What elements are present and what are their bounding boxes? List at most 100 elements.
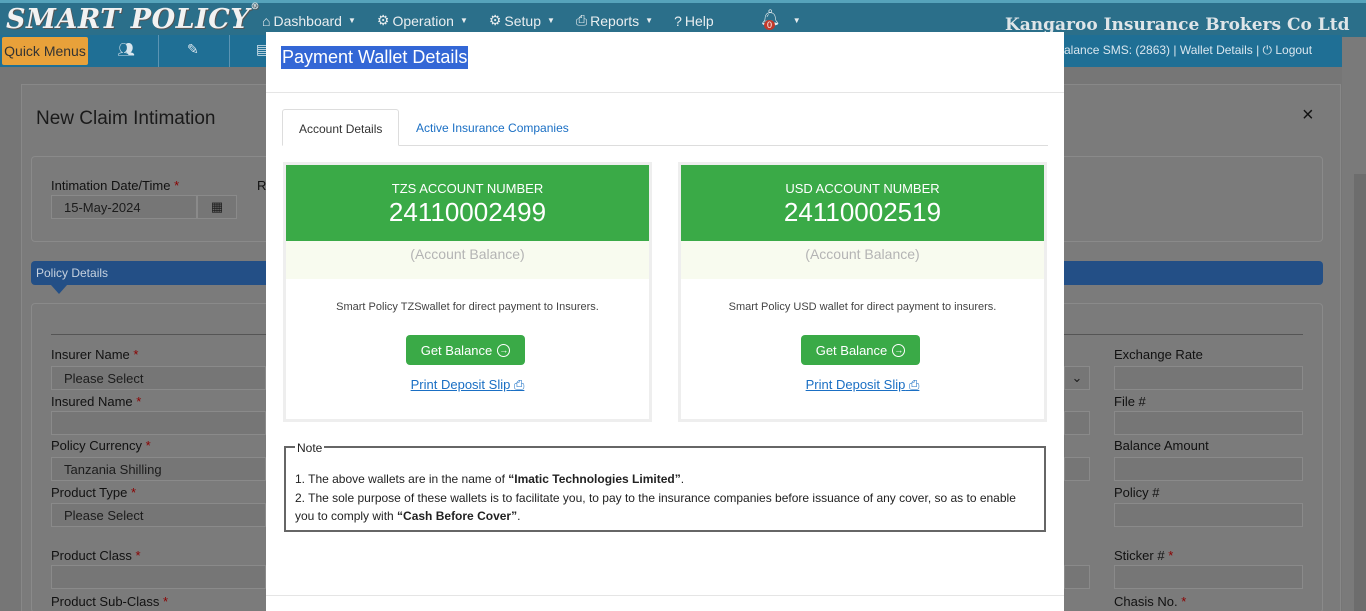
- modal-title: Payment Wallet Details: [281, 46, 469, 69]
- notification-badge: 0: [764, 20, 776, 30]
- insured-name-label: Insured Name *: [51, 394, 142, 409]
- modal-tabs: Account Details Active Insurance Compani…: [282, 109, 1048, 146]
- tzs-account-card: TZS ACCOUNT NUMBER 24110002499 (Account …: [283, 162, 652, 422]
- chevron-down-icon: ▼: [792, 16, 801, 25]
- chasis-number-label: Chasis No. *: [1114, 594, 1187, 609]
- print-icon: ⎙: [575, 12, 588, 28]
- cogs-icon: ⚙: [376, 12, 390, 28]
- note-line-1: 1. The above wallets are in the name of …: [295, 472, 685, 486]
- product-class-select[interactable]: [51, 565, 266, 589]
- menu-reports-label: Reports: [590, 12, 640, 29]
- r-label: R: [257, 178, 267, 193]
- tab-active-insurance-companies[interactable]: Active Insurance Companies: [400, 109, 585, 146]
- product-type-label: Product Type *: [51, 485, 137, 500]
- tzs-account-header: TZS ACCOUNT NUMBER 24110002499: [286, 165, 649, 241]
- sms-wallet-logout-links[interactable]: alance SMS: (2863) | Wallet Details | ⏻ …: [1064, 43, 1312, 58]
- edit-icon[interactable]: ✎: [187, 41, 199, 58]
- page-title: New Claim Intimation: [36, 108, 216, 129]
- tzs-account-balance: (Account Balance): [286, 241, 649, 279]
- menu-help[interactable]: ? Help: [674, 12, 714, 29]
- chevron-down-icon: ▼: [645, 16, 654, 25]
- print-icon: ⎙: [513, 377, 525, 392]
- policy-number-input[interactable]: [1114, 503, 1303, 527]
- product-type-select[interactable]: Please Select: [51, 503, 266, 527]
- product-subclass-label: Product Sub-Class *: [51, 594, 169, 609]
- chevron-down-icon[interactable]: ⌄: [1064, 366, 1090, 390]
- policy-currency-label: Policy Currency *: [51, 438, 151, 453]
- usd-account-balance: (Account Balance): [681, 241, 1044, 279]
- insurer-name-label: Insurer Name *: [51, 347, 139, 362]
- menu-operation-label: Operation: [392, 12, 454, 29]
- calendar-icon[interactable]: ▦: [197, 195, 237, 219]
- modal-footer-divider: [266, 595, 1064, 596]
- print-deposit-slip-label: Print Deposit Slip: [410, 377, 511, 392]
- partial-input[interactable]: [1064, 565, 1090, 589]
- navbar-edge: [0, 0, 1366, 3]
- users-icon[interactable]: 👥︎: [117, 41, 135, 58]
- sticker-number-input[interactable]: [1114, 565, 1303, 589]
- menu-setup-label: Setup: [504, 12, 542, 29]
- insured-name-input[interactable]: [51, 411, 266, 435]
- print-icon: ⎙: [908, 377, 920, 392]
- arrow-right-circle-icon: →: [497, 343, 511, 357]
- arrow-right-circle-icon: →: [892, 343, 906, 357]
- chevron-down-icon: ▼: [459, 16, 468, 25]
- main-menu: ⌂ Dashboard ▼ ⚙ Operation ▼ ⚙ Setup ▼ ⎙ …: [262, 12, 735, 29]
- tab-account-details[interactable]: Account Details: [282, 109, 400, 146]
- exchange-rate-label: Exchange Rate: [1114, 347, 1203, 362]
- tzs-get-balance-button[interactable]: Get Balance →: [406, 335, 525, 365]
- usd-account-description: Smart Policy USD wallet for direct payme…: [728, 301, 997, 313]
- tzs-print-deposit-slip-link[interactable]: Print Deposit Slip ⎙: [286, 377, 649, 393]
- menu-setup[interactable]: ⚙ Setup ▼: [489, 12, 555, 29]
- note-box: Note 1. The above wallets are in the nam…: [284, 439, 1046, 532]
- policy-number-label: Policy #: [1114, 485, 1160, 500]
- close-icon[interactable]: ×: [1302, 104, 1314, 127]
- insurer-name-select[interactable]: Please Select: [51, 366, 266, 390]
- partial-input[interactable]: [1064, 457, 1090, 481]
- product-class-label: Product Class *: [51, 548, 141, 563]
- get-balance-label: Get Balance: [815, 342, 888, 358]
- balance-amount-label: Balance Amount: [1114, 438, 1209, 453]
- app-logo[interactable]: SMART POLICY ®: [6, 2, 260, 35]
- intimation-date-input[interactable]: 15-May-2024: [51, 195, 197, 219]
- note-line-2: 2. The sole purpose of these wallets is …: [295, 490, 1016, 524]
- chevron-down-icon: ▼: [547, 16, 555, 25]
- usd-account-heading: USD ACCOUNT NUMBER: [785, 181, 940, 196]
- toolbar-divider: [158, 35, 159, 67]
- chevron-down-icon: ▼: [347, 16, 356, 25]
- print-deposit-slip-label: Print Deposit Slip: [805, 377, 906, 392]
- registered-mark: ®: [250, 2, 260, 12]
- gear-icon: ⚙: [488, 12, 502, 28]
- logo-text: SMART POLICY: [6, 4, 250, 35]
- home-icon: ⌂: [262, 12, 271, 29]
- note-legend: Note: [295, 439, 325, 458]
- usd-get-balance-button[interactable]: Get Balance →: [801, 335, 920, 365]
- policy-currency-select[interactable]: Tanzania Shilling: [51, 457, 266, 481]
- menu-dashboard-label: Dashboard: [273, 12, 342, 29]
- toolbar-divider: [229, 35, 230, 67]
- usd-print-deposit-slip-link[interactable]: Print Deposit Slip ⎙: [681, 377, 1044, 393]
- menu-dashboard[interactable]: ⌂ Dashboard ▼: [262, 12, 356, 29]
- notifications-button[interactable]: 🔔︎ 0 ▼: [760, 8, 801, 30]
- menu-help-label: Help: [684, 12, 714, 29]
- intimation-date-label: Intimation Date/Time *: [51, 178, 180, 193]
- tzs-account-number: 24110002499: [388, 197, 547, 227]
- policy-details-pointer: [51, 285, 67, 294]
- partial-input[interactable]: [1064, 411, 1090, 435]
- scrollbar[interactable]: [1354, 174, 1366, 611]
- menu-operation[interactable]: ⚙ Operation ▼: [377, 12, 468, 29]
- usd-account-header: USD ACCOUNT NUMBER 24110002519: [681, 165, 1044, 241]
- modal-header-divider: [266, 92, 1064, 93]
- file-number-label: File #: [1114, 394, 1146, 409]
- exchange-rate-input[interactable]: [1114, 366, 1303, 390]
- quick-menus-button[interactable]: Quick Menus: [2, 37, 88, 65]
- file-number-input[interactable]: [1114, 411, 1303, 435]
- sticker-number-label: Sticker # *: [1114, 548, 1174, 563]
- get-balance-label: Get Balance: [420, 342, 493, 358]
- question-icon: ?: [674, 12, 682, 29]
- usd-account-number: 24110002519: [783, 197, 942, 227]
- payment-wallet-modal: Payment Wallet Details Account Details A…: [266, 32, 1064, 611]
- tzs-account-description: Smart Policy TZSwallet for direct paymen…: [336, 301, 599, 313]
- menu-reports[interactable]: ⎙ Reports ▼: [576, 12, 653, 29]
- balance-amount-input[interactable]: [1114, 457, 1303, 481]
